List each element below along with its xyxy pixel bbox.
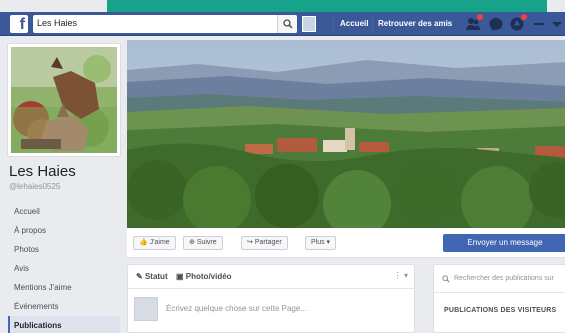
side-nav-events[interactable]: Événements bbox=[8, 297, 120, 316]
visitor-posts-heading: PUBLICATIONS DES VISITEURS bbox=[444, 307, 557, 314]
composer-tabs: ✎ Statut ▣ Photo/vidéo ⋮ ▾ bbox=[128, 265, 414, 289]
follow-button[interactable]: ⊕ Suivre bbox=[183, 236, 223, 250]
send-message-button[interactable]: Envoyer un message bbox=[443, 234, 565, 252]
help-icon[interactable] bbox=[531, 16, 547, 32]
friends-icon[interactable] bbox=[465, 13, 484, 32]
more-button[interactable]: Plus ▾ bbox=[305, 236, 337, 250]
side-nav-home[interactable]: Accueil bbox=[8, 202, 120, 221]
composer-body[interactable]: Écrivez quelque chose sur cette Page... bbox=[128, 289, 414, 333]
side-nav-photos[interactable]: Photos bbox=[8, 240, 120, 259]
top-navigation-bar: f Les Haies Accueil Retrouver des amis bbox=[0, 12, 565, 36]
notifications-icon[interactable] bbox=[509, 13, 528, 32]
cover-photo[interactable] bbox=[127, 40, 565, 228]
notifications-badge bbox=[520, 13, 528, 21]
side-nav-about[interactable]: À propos bbox=[8, 221, 120, 240]
friends-badge bbox=[476, 13, 484, 21]
messages-icon[interactable] bbox=[488, 16, 504, 32]
like-button-label: J'aime bbox=[149, 239, 170, 246]
cover-photo-image bbox=[127, 40, 565, 228]
page-posts-search-input[interactable]: Rechercher des publications sur bbox=[454, 275, 554, 282]
teal-banner bbox=[107, 0, 547, 12]
search-button[interactable] bbox=[277, 15, 297, 33]
page-title: Les Haies bbox=[9, 163, 76, 180]
more-button-label: Plus ▾ bbox=[311, 239, 331, 246]
divider bbox=[333, 18, 334, 30]
composer-avatar bbox=[134, 297, 158, 321]
search-box[interactable]: Les Haies bbox=[33, 15, 297, 33]
composer-input[interactable]: Écrivez quelque chose sur cette Page... bbox=[166, 304, 307, 313]
tab-photo-video-label: Photo/vidéo bbox=[185, 272, 232, 281]
account-menu-icon[interactable] bbox=[549, 16, 565, 32]
follow-button-label: Suivre bbox=[196, 239, 217, 246]
share-button-label: Partager bbox=[254, 239, 282, 246]
side-nav-likes[interactable]: Mentions J'aime bbox=[8, 278, 120, 297]
tab-status-label: Statut bbox=[144, 272, 168, 281]
page-action-bar: 👍 J'aime ⊕ Suivre ↪ Partager Plus ▾ Envo… bbox=[127, 228, 565, 258]
composer-options-icon[interactable]: ⋮ ▾ bbox=[394, 271, 408, 280]
facebook-logo-icon[interactable]: f bbox=[10, 15, 28, 33]
tab-photo-video[interactable]: ▣ Photo/vidéo bbox=[176, 272, 232, 281]
like-button[interactable]: 👍 J'aime bbox=[133, 236, 176, 250]
search-icon bbox=[442, 275, 450, 283]
divider bbox=[372, 18, 373, 30]
find-friends-link[interactable]: Retrouver des amis bbox=[378, 19, 452, 28]
share-button[interactable]: ↪ Partager bbox=[241, 236, 288, 250]
search-icon bbox=[283, 19, 293, 29]
home-link[interactable]: Accueil bbox=[340, 19, 368, 28]
post-composer: ✎ Statut ▣ Photo/vidéo ⋮ ▾ Écrivez quelq… bbox=[127, 264, 415, 333]
user-avatar[interactable] bbox=[302, 16, 316, 32]
profile-picture-image bbox=[11, 47, 117, 153]
page-username[interactable]: @lehaies0525 bbox=[9, 182, 60, 191]
side-nav-posts[interactable]: Publications bbox=[8, 316, 120, 333]
page-profile-picture[interactable] bbox=[8, 44, 120, 156]
page-posts-search[interactable]: Rechercher des publications sur bbox=[434, 265, 565, 293]
page-side-navigation: Accueil À propos Photos Avis Mentions J'… bbox=[8, 202, 120, 333]
search-input[interactable]: Les Haies bbox=[37, 18, 77, 28]
right-column: Rechercher des publications sur PUBLICAT… bbox=[433, 264, 565, 333]
side-nav-reviews[interactable]: Avis bbox=[8, 259, 120, 278]
tab-status[interactable]: ✎ Statut bbox=[136, 272, 168, 281]
